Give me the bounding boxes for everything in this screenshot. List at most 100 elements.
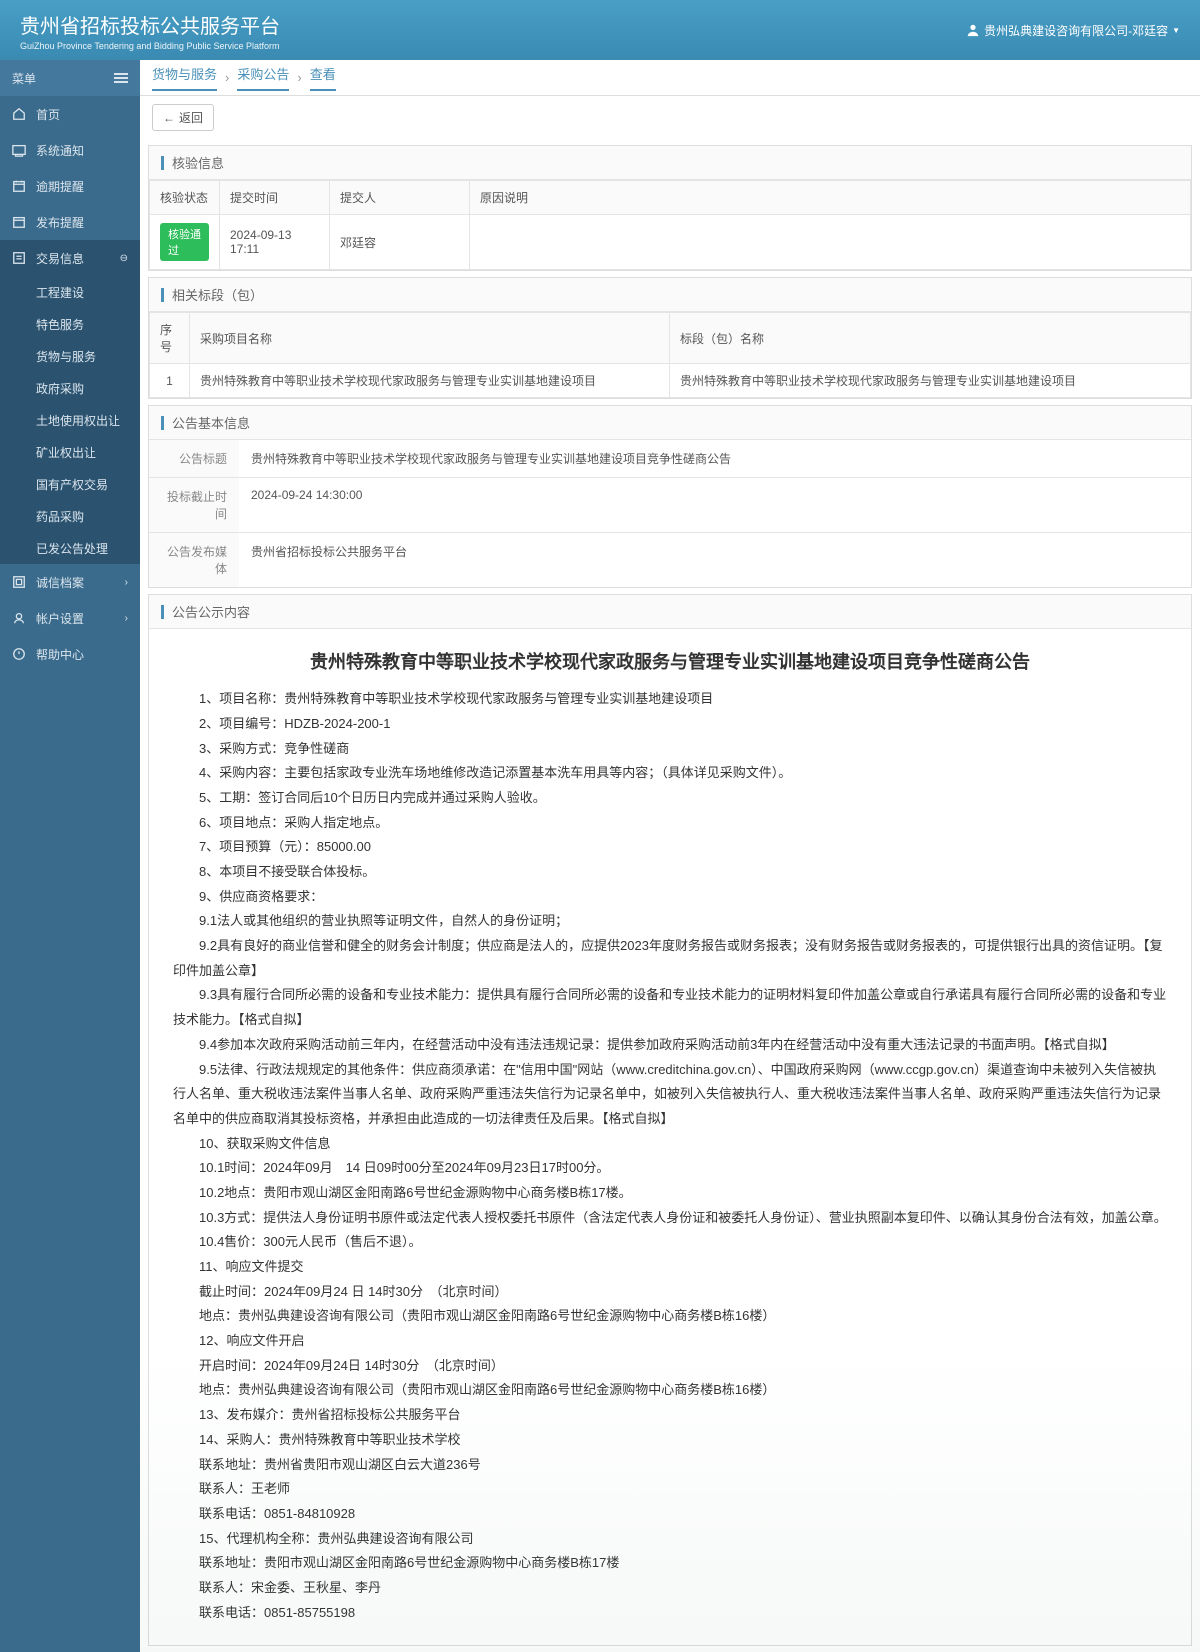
kv-row: 投标截止时间 2024-09-24 14:30:00 — [149, 477, 1191, 532]
announcement-line: 9.4参加本次政府采购活动前三年内，在经营活动中没有违法违规记录：提供参加政府采… — [173, 1033, 1167, 1058]
sidebar-sub-item[interactable]: 工程建设 — [0, 276, 140, 308]
announcement-line: 截止时间：2024年09月24 日 14时30分 （北京时间） — [173, 1280, 1167, 1305]
kv-row: 公告标题 贵州特殊教育中等职业技术学校现代家政服务与管理专业实训基地建设项目竞争… — [149, 440, 1191, 477]
announcement-line: 联系人：王老师 — [173, 1477, 1167, 1502]
announcement-line: 13、发布媒介：贵州省招标投标公共服务平台 — [173, 1403, 1167, 1428]
announcement-line: 2、项目编号：HDZB-2024-200-1 — [173, 712, 1167, 737]
table-row: 1 贵州特殊教育中等职业技术学校现代家政服务与管理专业实训基地建设项目 贵州特殊… — [150, 364, 1191, 398]
breadcrumb-item[interactable]: 货物与服务 — [152, 64, 217, 91]
th-proj: 采购项目名称 — [190, 313, 670, 364]
table-row: 核验通过 2024-09-13 17:11 邓廷容 — [150, 215, 1191, 270]
kv-value: 2024-09-24 14:30:00 — [239, 478, 1191, 532]
th-section: 标段（包）名称 — [670, 313, 1191, 364]
breadcrumb-item[interactable]: 采购公告 — [237, 64, 289, 91]
sidebar-sub-item[interactable]: 货物与服务 — [0, 340, 140, 372]
panel-header: 相关标段（包） — [149, 278, 1191, 312]
th-status: 核验状态 — [150, 181, 220, 215]
kv-list: 公告标题 贵州特殊教育中等职业技术学校现代家政服务与管理专业实训基地建设项目竞争… — [149, 440, 1191, 587]
sidebar-item-label: 首页 — [36, 106, 60, 123]
announcement-line: 10.1时间：2024年09月 14 日09时00分至2024年09月23日17… — [173, 1156, 1167, 1181]
sidebar-menu-header[interactable]: 菜单 — [0, 60, 140, 96]
sidebar-sub-item[interactable]: 已发公告处理 — [0, 532, 140, 564]
kv-label: 公告标题 — [149, 440, 239, 477]
announcement-line: 10.4售价：300元人民币（售后不退）。 — [173, 1230, 1167, 1255]
sidebar-item-label: 系统通知 — [36, 142, 84, 159]
sidebar-sub-item[interactable]: 国有产权交易 — [0, 468, 140, 500]
breadcrumb: 货物与服务 › 采购公告 › 查看 — [140, 60, 1200, 96]
th-idx: 序号 — [150, 313, 190, 364]
menu-label: 菜单 — [12, 70, 114, 87]
back-row: ← 返回 — [140, 96, 1200, 139]
site-title: 贵州省招标投标公共服务平台 — [20, 10, 280, 39]
status-badge: 核验通过 — [160, 223, 209, 261]
sidebar-item-label: 交易信息 — [36, 250, 84, 267]
sidebar-sub-item[interactable]: 特色服务 — [0, 308, 140, 340]
announcement-line: 1、项目名称：贵州特殊教育中等职业技术学校现代家政服务与管理专业实训基地建设项目 — [173, 687, 1167, 712]
announcement-line: 5、工期：签订合同后10个日历日内完成并通过采购人验收。 — [173, 786, 1167, 811]
user-menu[interactable]: 贵州弘典建设咨询有限公司-邓廷容 ▼ — [966, 22, 1180, 39]
announcement-line: 联系人：宋金委、王秋星、李丹 — [173, 1576, 1167, 1601]
panel-title: 公告基本信息 — [172, 413, 250, 432]
sidebar-icon — [12, 143, 26, 157]
chevron-icon: ⊖ — [120, 253, 128, 264]
announcement-line: 联系地址：贵州省贵阳市观山湖区白云大道236号 — [173, 1453, 1167, 1478]
th-time: 提交时间 — [220, 181, 330, 215]
sidebar-sub-item[interactable]: 矿业权出让 — [0, 436, 140, 468]
cell-time: 2024-09-13 17:11 — [220, 215, 330, 270]
chevron-icon: › — [125, 613, 128, 624]
accent-bar-icon — [161, 605, 164, 619]
panel-header: 公告基本信息 — [149, 406, 1191, 440]
breadcrumb-item[interactable]: 查看 — [310, 64, 336, 91]
cell-section: 贵州特殊教育中等职业技术学校现代家政服务与管理专业实训基地建设项目 — [670, 364, 1191, 398]
panel-header: 核验信息 — [149, 146, 1191, 180]
sidebar-icon — [12, 215, 26, 229]
breadcrumb-sep: › — [225, 70, 229, 85]
table-header-row: 核验状态 提交时间 提交人 原因说明 — [150, 181, 1191, 215]
sidebar-sub-item[interactable]: 土地使用权出让 — [0, 404, 140, 436]
announcement-line: 9.3具有履行合同所必需的设备和专业技术能力：提供具有履行合同所必需的设备和专业… — [173, 983, 1167, 1032]
related-panel: 相关标段（包） 序号 采购项目名称 标段（包）名称 1 贵州特殊教育中等职业技术… — [148, 277, 1192, 399]
accent-bar-icon — [161, 156, 164, 170]
site-subtitle: GuiZhou Province Tendering and Bidding P… — [20, 41, 280, 51]
announcement-line: 3、采购方式：竞争性磋商 — [173, 737, 1167, 762]
sidebar-item-label: 发布提醒 — [36, 214, 84, 231]
cell-proj: 贵州特殊教育中等职业技术学校现代家政服务与管理专业实训基地建设项目 — [190, 364, 670, 398]
announcement-line: 10.2地点：贵阳市观山湖区金阳南路6号世纪金源购物中心商务楼B栋17楼。 — [173, 1181, 1167, 1206]
announcement-line: 10、获取采购文件信息 — [173, 1132, 1167, 1157]
sidebar-sub-item[interactable]: 政府采购 — [0, 372, 140, 404]
sidebar-item-label: 帮助中心 — [36, 646, 84, 663]
sidebar-item[interactable]: 交易信息 ⊖ — [0, 240, 140, 276]
announcement-line: 地点：贵州弘典建设咨询有限公司（贵阳市观山湖区金阳南路6号世纪金源购物中心商务楼… — [173, 1304, 1167, 1329]
panel-header: 公告公示内容 — [149, 595, 1191, 629]
chevron-icon: › — [125, 577, 128, 588]
sidebar-submenu: 工程建设特色服务货物与服务政府采购土地使用权出让矿业权出让国有产权交易药品采购已… — [0, 276, 140, 564]
announcement-heading: 贵州特殊教育中等职业技术学校现代家政服务与管理专业实训基地建设项目竞争性磋商公告 — [173, 645, 1167, 679]
user-name: 贵州弘典建设咨询有限公司-邓廷容 — [984, 22, 1168, 39]
announcement-line: 9.5法律、行政法规规定的其他条件：供应商须承诺：在"信用中国"网站（www.c… — [173, 1058, 1167, 1132]
sidebar-item[interactable]: 系统通知 — [0, 132, 140, 168]
accent-bar-icon — [161, 416, 164, 430]
sidebar-sub-item[interactable]: 药品采购 — [0, 500, 140, 532]
announcement-line: 9.2具有良好的商业信誉和健全的财务会计制度；供应商是法人的，应提供2023年度… — [173, 934, 1167, 983]
th-user: 提交人 — [330, 181, 470, 215]
sidebar-item[interactable]: 诚信档案› — [0, 564, 140, 600]
check-table: 核验状态 提交时间 提交人 原因说明 核验通过 2024-09-13 17:11… — [149, 180, 1191, 270]
sidebar-item[interactable]: 首页 — [0, 96, 140, 132]
sidebar-item-label: 帐户设置 — [36, 610, 84, 627]
announcement-line: 联系地址：贵阳市观山湖区金阳南路6号世纪金源购物中心商务楼B栋17楼 — [173, 1551, 1167, 1576]
kv-row: 公告发布媒体 贵州省招标投标公共服务平台 — [149, 532, 1191, 587]
sidebar-icon — [12, 179, 26, 193]
sidebar-item-label: 逾期提醒 — [36, 178, 84, 195]
announcement-line: 联系电话：0851-84810928 — [173, 1502, 1167, 1527]
cell-user: 邓廷容 — [330, 215, 470, 270]
sidebar-item[interactable]: 发布提醒 — [0, 204, 140, 240]
hamburger-icon — [114, 73, 128, 83]
sidebar-item[interactable]: 帐户设置 › — [0, 600, 140, 636]
sidebar-item[interactable]: 帮助中心 — [0, 636, 140, 672]
announcement-line: 4、采购内容：主要包括家政专业洗车场地维修改造记添置基本洗车用具等内容；（具体详… — [173, 761, 1167, 786]
caret-down-icon: ▼ — [1172, 26, 1180, 35]
sidebar-item[interactable]: 逾期提醒 — [0, 168, 140, 204]
sidebar-icon — [12, 251, 26, 265]
back-button[interactable]: ← 返回 — [152, 104, 214, 131]
announcement-line: 11、响应文件提交 — [173, 1255, 1167, 1280]
